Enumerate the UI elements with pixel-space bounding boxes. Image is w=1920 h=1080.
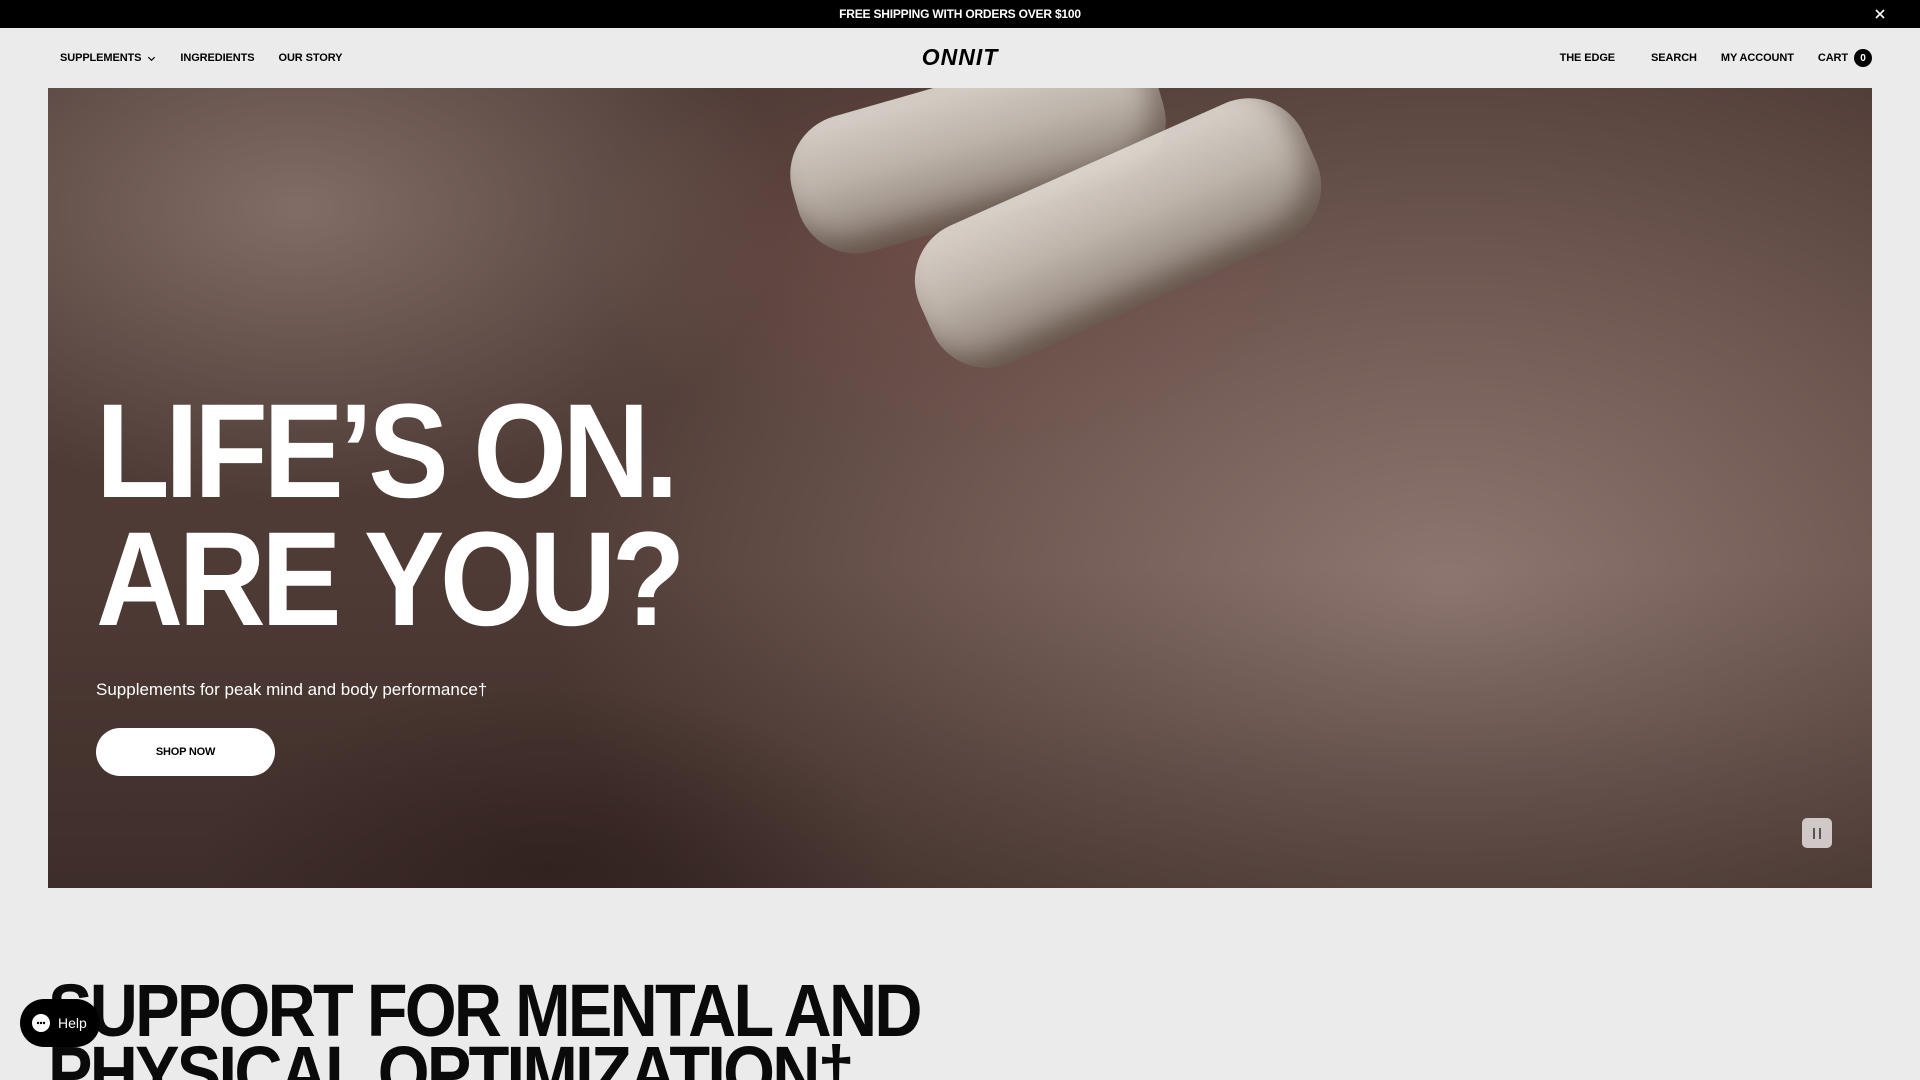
cart-count-badge: 0 bbox=[1854, 49, 1872, 67]
section-title-line: PHYSICAL OPTIMIZATION† bbox=[48, 1031, 855, 1080]
pause-video-button[interactable] bbox=[1802, 818, 1832, 848]
announcement-text: FREE SHIPPING WITH ORDERS OVER $100 bbox=[839, 7, 1081, 21]
utility-nav: THE EDGE SEARCH MY ACCOUNT CART 0 bbox=[1560, 28, 1872, 88]
primary-nav: SUPPLEMENTS INGREDIENTS OUR STORY bbox=[60, 28, 342, 88]
nav-supplements[interactable]: SUPPLEMENTS bbox=[60, 52, 156, 64]
hero-title-line: LIFE’S ON. bbox=[96, 377, 679, 526]
announcement-bar: FREE SHIPPING WITH ORDERS OVER $100 bbox=[0, 0, 1920, 28]
nav-supplements-label: SUPPLEMENTS bbox=[60, 52, 142, 64]
nav-search[interactable]: SEARCH bbox=[1651, 52, 1697, 64]
onnit-logo[interactable]: ONNIT bbox=[909, 44, 1011, 70]
shop-now-button[interactable]: SHOP NOW bbox=[96, 728, 275, 776]
nav-my-account[interactable]: MY ACCOUNT bbox=[1721, 52, 1794, 64]
section-title: SUPPORT FOR MENTAL AND PHYSICAL OPTIMIZA… bbox=[48, 974, 1017, 1080]
chevron-down-icon bbox=[148, 56, 156, 61]
hero-title-line: ARE YOU? bbox=[96, 505, 685, 654]
nav-cart[interactable]: CART 0 bbox=[1818, 49, 1872, 67]
hero-subtitle: Supplements for peak mind and body perfo… bbox=[96, 680, 488, 699]
close-icon[interactable] bbox=[1872, 6, 1888, 22]
nav-ingredients[interactable]: INGREDIENTS bbox=[180, 52, 254, 64]
help-chat-button[interactable]: Help bbox=[20, 999, 100, 1047]
nav-the-edge[interactable]: THE EDGE bbox=[1560, 52, 1616, 64]
pause-icon bbox=[1819, 827, 1821, 839]
hero-banner: LIFE’S ON. ARE YOU? Supplements for peak… bbox=[48, 88, 1872, 888]
help-label: Help bbox=[58, 1015, 87, 1031]
pause-icon bbox=[1813, 827, 1815, 839]
hero-title: LIFE’S ON. ARE YOU? bbox=[96, 377, 746, 654]
logo-text: ONNIT bbox=[922, 44, 1000, 70]
nav-cart-label: CART bbox=[1817, 52, 1848, 64]
site-header: SUPPLEMENTS INGREDIENTS OUR STORY ONNIT … bbox=[0, 28, 1920, 88]
nav-our-story[interactable]: OUR STORY bbox=[279, 52, 343, 64]
chat-icon bbox=[32, 1014, 50, 1032]
